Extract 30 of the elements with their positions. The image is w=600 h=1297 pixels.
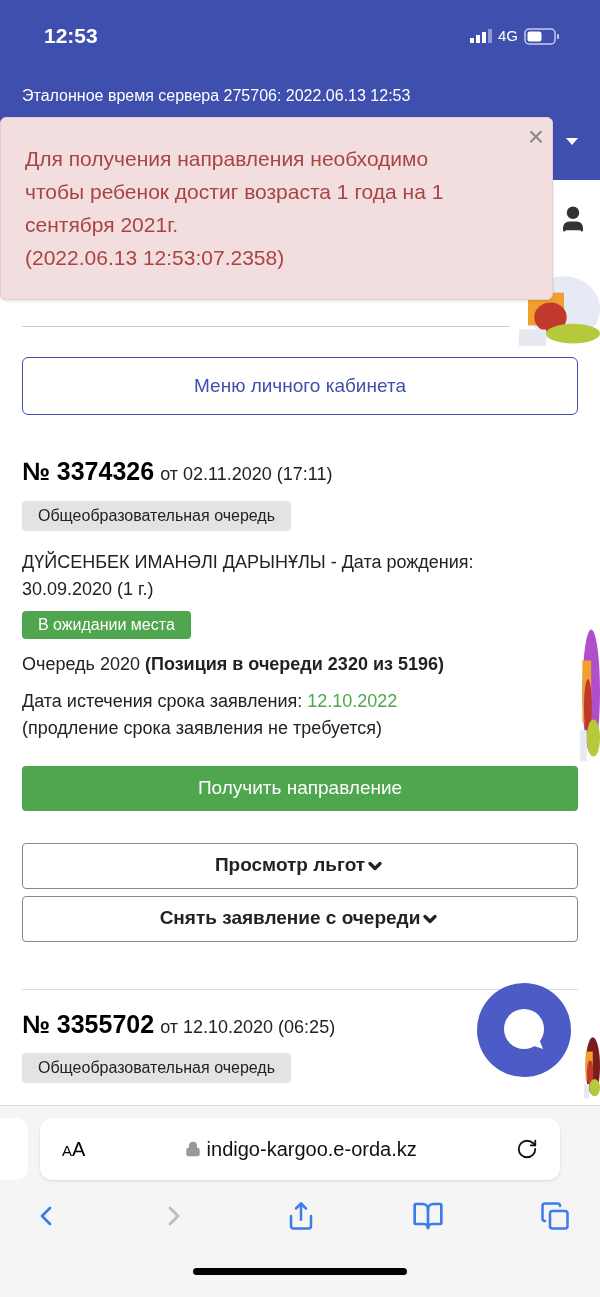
application-date: от 02.11.2020 (17:11) [160,463,333,486]
child-info: ДҮЙСЕНБЕК ИМАНӘЛІ ДАРЫНҰЛЫ - Дата рождения: 30.09.2020 (1 г.) [22,550,475,601]
application-number: № 3355702 [22,1008,155,1040]
caret-down-icon[interactable] [566,138,578,145]
tabs-icon[interactable] [540,1201,570,1231]
dropdown-button[interactable]: Снять заявление с очереди [22,895,578,942]
application-number: № 3374326 [22,456,155,487]
battery-icon [524,27,560,45]
dropdown-button[interactable]: Просмотр льгот [22,842,578,889]
server-time: Эталонное время сервера 275706: 2022.06.13 12:53 [21,86,412,106]
reload-icon[interactable] [516,1138,538,1160]
signal-icon [470,29,492,43]
queue-type-tag: Общеобразовательная очередь [22,500,292,531]
lock-icon [184,1141,201,1157]
application-date: от 12.10.2020 (06:25) [160,1015,336,1039]
extension-note: (продление срока заявления не требуется) [22,716,384,740]
expiry-label: Дата истечения срока заявления: [22,690,303,711]
url-text: indigo-kargoo.e-orda.kz [206,1137,417,1162]
queue-type-tag: Общеобразовательная очередь [22,1053,292,1083]
status-badge: В ожидании места [22,610,191,639]
bookmarks-icon[interactable] [412,1200,444,1232]
alert-timestamp: (2022.06.13 12:53:07.2358) [25,245,286,271]
queue-position: Очередь 2020 (Позиция в очереди 2320 из 5196) [22,652,445,676]
cabinet-menu-button[interactable]: Меню личного кабинета [22,357,578,415]
network-type: 4G [498,25,518,46]
alert-text: Для получения направления необходимо чтобы ребенок достиг возраста 1 года на 1 сентября 2021г. [25,146,445,238]
address-bar[interactable]: AA indigo-kargoo.e-orda.kz [40,1118,560,1180]
expiry-date: 12.10.2022 [307,690,398,711]
status-time: 12:53 [44,23,98,50]
text-size-button[interactable]: AA [62,1134,86,1164]
